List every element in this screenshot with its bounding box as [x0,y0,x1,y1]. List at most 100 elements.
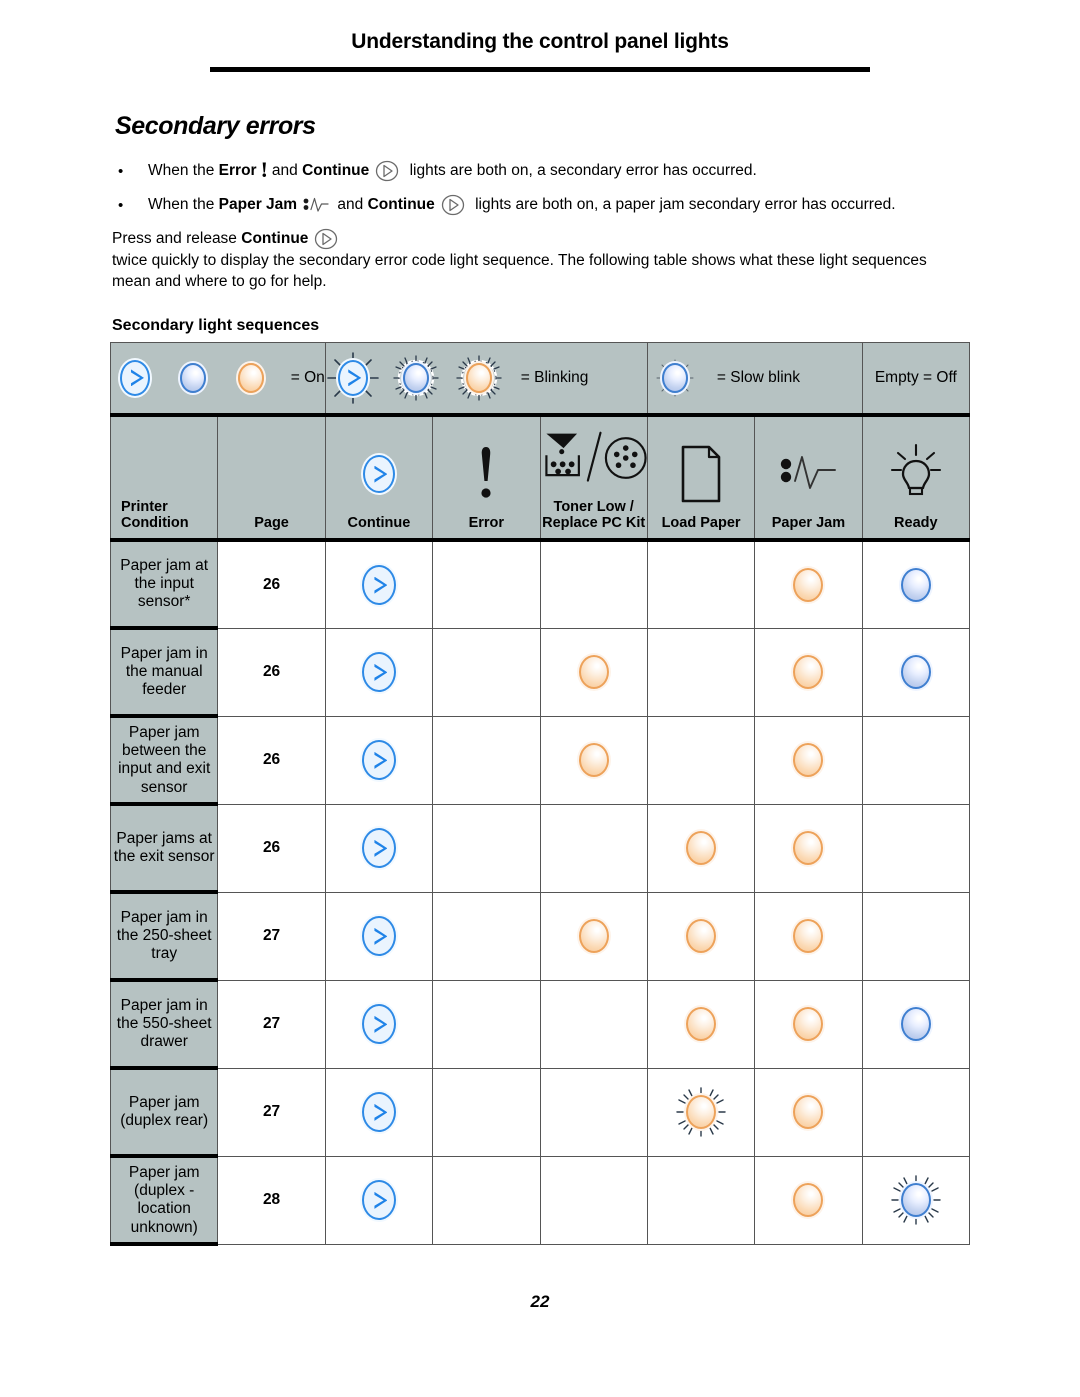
cell-light-state [646,539,756,629]
header-label-toner-low: Toner Low / Replace PC Kit [542,498,646,532]
bullet-item-error: • When the Error ! and Continue lights a… [0,159,1080,183]
cell-light-state [861,891,971,981]
header-icon-empty [218,433,324,515]
lamp-orange-on [781,909,835,963]
cell-light-state [646,891,756,981]
legend-continue-lamp-blinking [326,351,380,405]
lamp-blue-on [889,997,943,1051]
cell-light-state [539,803,648,893]
legend-empty-label: Empty = Off [874,368,957,386]
table-row: Paper jam in the 250-sheet tray 27 [109,891,971,983]
bullet-item-paper-jam: • When the Paper Jam and Continue lights… [0,193,1080,217]
cell-light-state [539,627,648,717]
cell-light-state [539,979,648,1069]
cell-page-number: 26 [217,539,326,629]
lamp-orange-on [674,821,728,875]
paragraph-text-post: twice quickly to display the secondary e… [112,252,927,290]
bullet-text-post: lights are both on, a paper jam secondar… [475,195,896,213]
cell-light-state [754,891,863,981]
legend-orange-lamp-blinking [452,351,506,405]
lamp-orange-on [781,645,835,699]
table-row: Paper jam (duplex - location unknown) 28 [109,1155,971,1247]
error-exclamation-icon: ! [260,157,268,183]
lamp-continue-on [352,558,406,612]
cell-light-state [646,1067,756,1157]
legend-continue-lamp-on [111,351,160,405]
lamp-continue-on [352,1173,406,1227]
bullet-text-mid: and [337,195,364,213]
ready-lightbulb-icon [863,433,969,515]
legend-blinking-label: = Blinking [520,368,589,386]
lamp-blue-blinking [889,1173,943,1227]
lamp-continue-on [352,997,406,1051]
header-label-error: Error [468,515,505,532]
cell-light-state [646,979,756,1069]
lamp-orange-on [674,909,728,963]
paper-jam-icon [755,433,861,515]
cell-light-state [861,1067,971,1157]
page-number: 22 [530,1292,550,1311]
legend-orange-lamp-on [227,351,276,405]
cell-light-state [754,627,863,717]
table-body: Paper jam at the input sensor* 26 Paper ja… [109,539,971,1247]
cell-light-state [324,979,434,1069]
bullet-bold-paper-jam: Paper Jam [218,195,298,213]
table-row: Paper jams at the exit sensor 26 [109,803,971,895]
cell-light-state [861,1155,971,1245]
lamp-orange-on [781,733,835,787]
cell-light-state [861,627,971,717]
header-label-printer-condition: Printer Condition [121,498,189,532]
cell-page-number: 27 [217,891,326,981]
header-load-paper: Load Paper [646,414,756,543]
cell-light-state [324,803,434,893]
header-label-ready: Ready [894,515,938,532]
paragraph-text-pre: Press and release [112,229,237,247]
cell-page-number: 28 [217,1155,326,1245]
cell-light-state [539,1067,648,1157]
lamp-continue-on [352,909,406,963]
bullet-bold-continue: Continue [367,195,435,213]
cell-light-state [539,1155,648,1245]
bullet-text-pre: When the [148,195,215,213]
cell-printer-condition: Paper jam in the 250-sheet tray [109,891,219,983]
table-row: Paper jam at the input sensor* 26 [109,539,971,631]
page-title: Understanding the control panel lights [351,30,729,53]
header-label-load-paper: Load Paper [661,515,741,532]
cell-light-state [861,715,971,805]
lamp-orange-blinking [674,1085,728,1139]
lamp-continue-on [352,821,406,875]
cell-page-number: 26 [217,803,326,893]
lamp-orange-on [674,997,728,1051]
cell-light-state [432,539,541,629]
legend-row: = On = Blinking = Slow blink Empty = Off [110,341,971,417]
header-label-continue: Continue [347,515,411,532]
cell-light-state [324,1155,434,1245]
bullet-marker: • [118,162,124,180]
lamp-blue-on [889,558,943,612]
legend-slow-blink-cell: = Slow blink [646,341,863,417]
section-heading: Secondary errors [115,112,316,140]
cell-light-state [646,1155,756,1245]
table-row: Paper jam between the input and exit sen… [109,715,971,807]
cell-light-state [432,627,541,717]
cell-printer-condition: Paper jam in the 550-sheet drawer [109,979,219,1071]
lamp-continue-on [352,645,406,699]
header-continue: Continue [324,414,434,543]
cell-light-state [754,715,863,805]
lamp-orange-on [781,558,835,612]
legend-empty-cell: Empty = Off [861,341,971,417]
cell-light-state [754,1155,863,1245]
continue-button-icon [372,159,402,183]
continue-button-icon [311,227,341,251]
bullet-marker: • [118,196,124,214]
lamp-orange-on [567,645,621,699]
header-paper-jam: Paper Jam [754,414,863,543]
header-label-paper-jam: Paper Jam [771,515,846,532]
cell-light-state [432,1155,541,1245]
cell-light-state [646,803,756,893]
cell-light-state [539,539,648,629]
table-row: Paper jam in the manual feeder 26 [109,627,971,719]
header-icon-empty [111,417,217,499]
lamp-orange-on [567,909,621,963]
cell-light-state [754,539,863,629]
